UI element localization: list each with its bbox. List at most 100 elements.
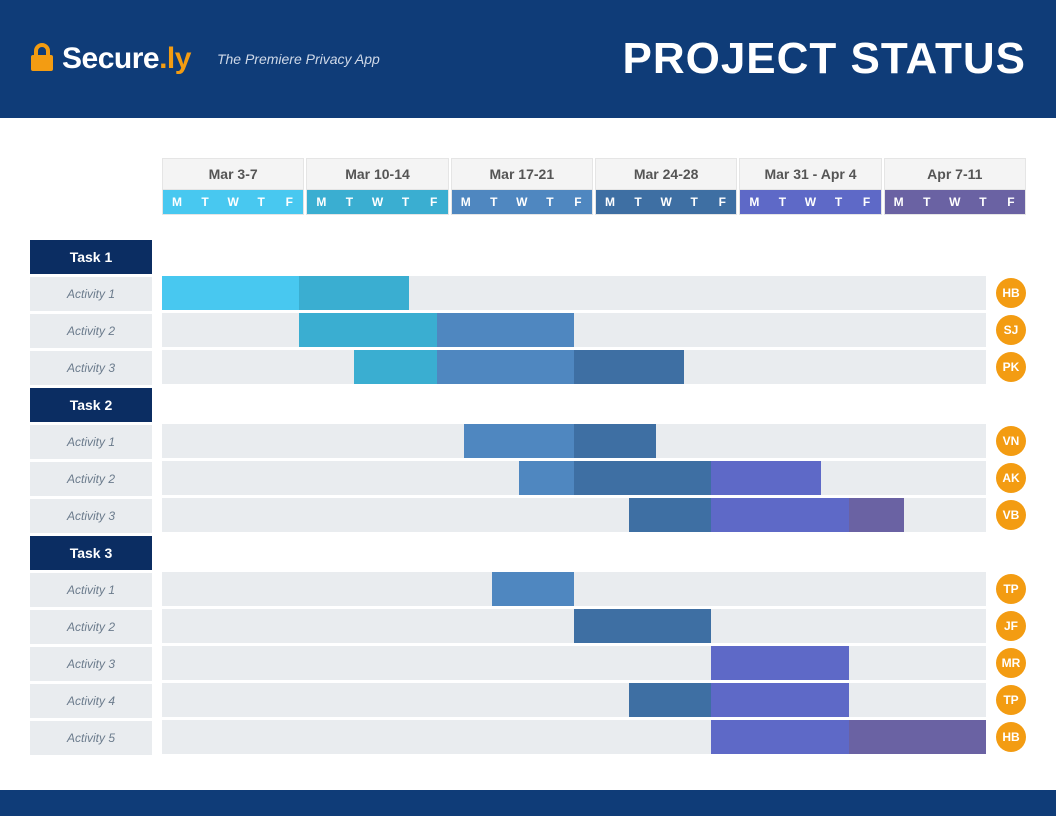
- gantt-track: [162, 720, 986, 754]
- week-label: Mar 31 - Apr 4: [740, 159, 880, 190]
- gantt-bar[interactable]: [629, 498, 711, 532]
- activity-label: Activity 3: [30, 499, 152, 533]
- activity-label: Activity 4: [30, 684, 152, 718]
- task-header: Task 1: [30, 240, 152, 274]
- tagline: The Premiere Privacy App: [217, 51, 380, 67]
- task-header: Task 2: [30, 388, 152, 422]
- page-title: PROJECT STATUS: [622, 34, 1026, 84]
- gantt-bar[interactable]: [492, 572, 574, 606]
- week-column: Mar 3-7MTWTF: [162, 158, 304, 215]
- activity-label: Activity 2: [30, 314, 152, 348]
- gantt-track: [162, 276, 986, 310]
- day-label: T: [624, 190, 652, 214]
- footer-bar: [0, 790, 1056, 816]
- gantt-bar[interactable]: [711, 498, 848, 532]
- day-label: F: [275, 190, 303, 214]
- app-header: Secure.ly The Premiere Privacy App PROJE…: [0, 0, 1056, 118]
- gantt-track: [162, 609, 986, 643]
- day-label: T: [913, 190, 941, 214]
- gantt-bar[interactable]: [711, 720, 848, 754]
- gantt-bar[interactable]: [162, 276, 299, 310]
- week-column: Mar 31 - Apr 4MTWTF: [739, 158, 881, 215]
- week-column: Mar 24-28MTWTF: [595, 158, 737, 215]
- gantt-bar[interactable]: [299, 276, 409, 310]
- task-header: Task 3: [30, 536, 152, 570]
- activity-label: Activity 1: [30, 573, 152, 607]
- day-label: W: [941, 190, 969, 214]
- gantt-bar[interactable]: [464, 424, 574, 458]
- gantt-bar[interactable]: [574, 609, 711, 643]
- assignee-avatar[interactable]: MR: [996, 648, 1026, 678]
- day-label: T: [191, 190, 219, 214]
- day-label: F: [708, 190, 736, 214]
- day-label: W: [652, 190, 680, 214]
- brand-part1: Secure: [62, 42, 159, 75]
- week-label: Mar 24-28: [596, 159, 736, 190]
- gantt-track: [162, 683, 986, 717]
- activity-label: Activity 5: [30, 721, 152, 755]
- week-label: Mar 10-14: [307, 159, 447, 190]
- brand-name: Secure.ly: [62, 42, 191, 76]
- gantt-bar[interactable]: [437, 350, 574, 384]
- day-label: M: [885, 190, 913, 214]
- day-label: T: [680, 190, 708, 214]
- day-label: M: [452, 190, 480, 214]
- assignee-avatar[interactable]: HB: [996, 278, 1026, 308]
- assignee-avatar[interactable]: VN: [996, 426, 1026, 456]
- gantt-bar[interactable]: [299, 313, 436, 347]
- assignee-avatar[interactable]: SJ: [996, 315, 1026, 345]
- gantt-bar[interactable]: [354, 350, 436, 384]
- day-label: T: [335, 190, 363, 214]
- day-label: F: [420, 190, 448, 214]
- assignee-avatar[interactable]: TP: [996, 685, 1026, 715]
- gantt-bar[interactable]: [711, 683, 848, 717]
- day-label: T: [536, 190, 564, 214]
- assignee-avatar[interactable]: AK: [996, 463, 1026, 493]
- gantt-bar[interactable]: [437, 313, 574, 347]
- gantt-track: [162, 646, 986, 680]
- week-column: Mar 10-14MTWTF: [306, 158, 448, 215]
- gantt-bar[interactable]: [629, 683, 711, 717]
- day-label: F: [997, 190, 1025, 214]
- gantt-track: [162, 498, 986, 532]
- day-label: M: [596, 190, 624, 214]
- week-label: Mar 17-21: [452, 159, 592, 190]
- day-label: W: [363, 190, 391, 214]
- gantt-bar[interactable]: [519, 461, 574, 495]
- gantt-chart: Task 1Activity 1Activity 2Activity 3Task…: [0, 118, 1056, 758]
- gantt-bar[interactable]: [711, 646, 848, 680]
- week-label: Apr 7-11: [885, 159, 1025, 190]
- gantt-track: [162, 461, 986, 495]
- activity-label: Activity 3: [30, 647, 152, 681]
- day-label: W: [219, 190, 247, 214]
- lock-icon: [30, 43, 54, 75]
- assignee-avatar[interactable]: PK: [996, 352, 1026, 382]
- gantt-bar[interactable]: [711, 461, 821, 495]
- assignee-avatar[interactable]: HB: [996, 722, 1026, 752]
- assignee-avatar[interactable]: VB: [996, 500, 1026, 530]
- gantt-track: [162, 350, 986, 384]
- activity-label: Activity 1: [30, 425, 152, 459]
- week-label: Mar 3-7: [163, 159, 303, 190]
- assignee-avatar[interactable]: JF: [996, 611, 1026, 641]
- gantt-track: [162, 313, 986, 347]
- gantt-bar[interactable]: [574, 461, 711, 495]
- day-label: T: [392, 190, 420, 214]
- gantt-bar[interactable]: [574, 350, 684, 384]
- activity-label: Activity 1: [30, 277, 152, 311]
- gantt-bar[interactable]: [849, 498, 904, 532]
- gantt-bar[interactable]: [849, 720, 986, 754]
- gantt-bar[interactable]: [574, 424, 656, 458]
- day-label: W: [796, 190, 824, 214]
- activity-label: Activity 3: [30, 351, 152, 385]
- activity-label: Activity 2: [30, 462, 152, 496]
- day-label: M: [307, 190, 335, 214]
- day-label: W: [508, 190, 536, 214]
- week-column: Mar 17-21MTWTF: [451, 158, 593, 215]
- assignee-avatar[interactable]: TP: [996, 574, 1026, 604]
- gantt-track: [162, 424, 986, 458]
- week-column: Apr 7-11MTWTF: [884, 158, 1026, 215]
- day-label: F: [853, 190, 881, 214]
- day-label: T: [969, 190, 997, 214]
- brand-part2: .ly: [159, 42, 191, 75]
